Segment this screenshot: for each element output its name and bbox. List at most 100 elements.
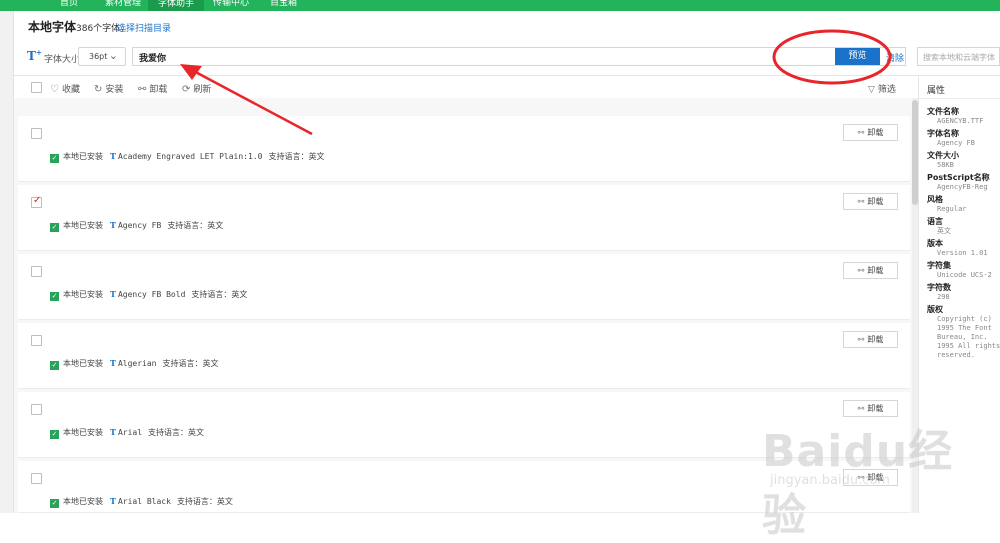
status-text: 本地已安装 (63, 221, 103, 230)
prop-value: 英文 (937, 227, 951, 235)
install-status: ✓ 本地已安装 (50, 289, 103, 301)
uninstall-button-label: 卸载 (867, 266, 884, 275)
font-type-icon: T (110, 220, 116, 230)
font-type-icon: T (110, 496, 116, 506)
preview-text-value: 我爱你 (139, 54, 167, 64)
select-all-checkbox[interactable] (31, 82, 42, 93)
checked-icon: ✓ (50, 499, 59, 508)
prop-value: AGENCYB.TTF (937, 117, 984, 125)
status-text: 本地已安装 (63, 428, 103, 437)
favorite-label: 收藏 (61, 85, 80, 95)
link-icon: ⚯ (857, 266, 865, 275)
font-language: 支持语言：英文 (148, 428, 205, 437)
font-row[interactable]: ✓ 本地已安装 T Agency FB Bold 支持语言：英文 ⚯ 卸载 (18, 254, 910, 320)
prop-value: Regular (937, 205, 967, 213)
search-input[interactable]: 搜索本地和云端字体 (917, 47, 1000, 66)
font-size-select[interactable]: 36pt ⌄ (78, 47, 126, 66)
prop-key: 文件大小 (927, 151, 959, 160)
refresh-action[interactable]: ⟳ 刷新 (182, 82, 211, 95)
uninstall-action[interactable]: ⚯ 卸载 (138, 82, 167, 95)
font-size-label: 字体大小 (44, 55, 81, 65)
uninstall-button[interactable]: ⚯ 卸载 (843, 124, 898, 141)
prop-version: 版本 Version 1.01 (927, 238, 1000, 258)
font-language: 支持语言：英文 (268, 152, 325, 161)
row-checkbox[interactable] (31, 335, 42, 346)
prop-value: 58KB (937, 161, 954, 169)
chevron-down-icon: ⌄ (108, 49, 118, 62)
checked-icon: ✓ (50, 292, 59, 301)
font-name: T Arial Black 支持语言：英文 (110, 496, 233, 507)
prop-key: 字体名称 (927, 129, 959, 138)
font-row[interactable]: ✓ 本地已安装 T Algerian 支持语言：英文 ⚯ 卸载 (18, 323, 910, 389)
font-language: 支持语言：英文 (176, 497, 233, 506)
link-icon: ⚯ (138, 84, 147, 95)
prop-key: 版本 (927, 239, 943, 248)
checked-icon: ✓ (50, 223, 59, 232)
checked-icon: ✓ (50, 154, 59, 163)
status-text: 本地已安装 (63, 152, 103, 161)
prop-value: Copyright (c) 1995 The Font Bureau, Inc.… (937, 315, 1000, 359)
status-text: 本地已安装 (63, 290, 103, 299)
prop-key: 语言 (927, 217, 943, 226)
uninstall-button[interactable]: ⚯ 卸载 (843, 193, 898, 210)
nav-toolbox[interactable]: 百宝箱 (270, 0, 297, 9)
nav-transfer[interactable]: 传输中心 (213, 0, 249, 9)
prop-key: PostScript名称 (927, 173, 990, 182)
preview-button[interactable]: 预览 (835, 48, 880, 65)
font-name: T Academy Engraved LET Plain:1.0 支持语言：英文 (110, 151, 324, 162)
checked-icon: ✓ (50, 430, 59, 439)
row-checkbox[interactable] (31, 128, 42, 139)
font-name: T Arial 支持语言：英文 (110, 427, 204, 438)
row-checkbox[interactable] (31, 404, 42, 415)
scan-directory-link[interactable]: 选择扫描目录 (117, 21, 171, 34)
prop-language: 语言 英文 (927, 216, 1000, 236)
preview-text-input[interactable]: 我爱你 (132, 47, 906, 66)
font-size-value: 36pt (89, 52, 108, 61)
filter-action[interactable]: ▽ 筛选 (868, 82, 896, 95)
nav-assets[interactable]: 素材管理 (105, 0, 141, 9)
prop-key: 文件名称 (927, 107, 959, 116)
uninstall-button-label: 卸载 (867, 404, 884, 413)
search-placeholder: 搜索本地和云端字体 (923, 53, 995, 62)
prop-char-count: 字符数 298 (927, 282, 1000, 302)
row-checkbox[interactable] (31, 266, 42, 277)
baidu-watermark: Baidu经验 jingyan.baidu.com (762, 415, 992, 541)
install-label: 安装 (105, 85, 124, 95)
font-row[interactable]: ✓ 本地已安装 TAgency FB 支持语言：英文 ⚯卸载 (18, 185, 910, 251)
prop-file-name: 文件名称 AGENCYB.TTF (927, 106, 1000, 126)
uninstall-button-label: 卸载 (867, 197, 884, 206)
link-icon: ⚯ (857, 335, 865, 344)
prop-style: 风格 Regular (927, 194, 1000, 214)
refresh-label: 刷新 (193, 85, 212, 95)
font-row[interactable]: ✓ 本地已安装 T Academy Engraved LET Plain:1.0 支持… (18, 116, 910, 182)
refresh-icon: ⟳ (182, 84, 191, 95)
link-icon: ⚯ (857, 404, 865, 413)
heart-icon: ♡ (50, 84, 59, 95)
uninstall-button-label: 卸载 (867, 128, 884, 137)
prop-file-size: 文件大小 58KB (927, 150, 1000, 170)
nav-home[interactable]: 首页 (60, 0, 78, 9)
prop-key: 字符集 (927, 261, 951, 270)
install-status: ✓ 本地已安装 (50, 427, 103, 439)
prop-value: Unicode UCS-2 (937, 271, 992, 279)
clear-link[interactable]: 清除 (886, 51, 904, 64)
uninstall-button[interactable]: ⚯ 卸载 (843, 262, 898, 279)
font-type-icon: T (110, 358, 116, 368)
watermark-url: jingyan.baidu.com (770, 473, 890, 488)
prop-key: 字符数 (927, 283, 951, 292)
nav-font-helper[interactable]: 字体助手 (148, 0, 205, 11)
font-name-text: Agency FB (117, 221, 162, 230)
favorite-action[interactable]: ♡ 收藏 (50, 82, 80, 95)
top-nav: 首页 素材管理 字体助手 传输中心 百宝箱 (0, 0, 1000, 11)
row-checkbox[interactable] (31, 473, 42, 484)
uninstall-button[interactable]: ⚯ 卸载 (843, 331, 898, 348)
install-status: ✓ 本地已安装 (50, 220, 103, 232)
prop-postscript-name: PostScript名称 AgencyFB-Reg (927, 172, 1000, 192)
row-checkbox[interactable] (31, 195, 42, 208)
install-action[interactable]: ↻ 安装 (94, 82, 123, 95)
font-name-text: Academy Engraved LET Plain:1.0 (117, 152, 263, 161)
properties-divider (919, 98, 1000, 99)
install-status: ✓ 本地已安装 (50, 151, 103, 163)
install-icon: ↻ (94, 84, 103, 95)
status-text: 本地已安装 (63, 359, 103, 368)
